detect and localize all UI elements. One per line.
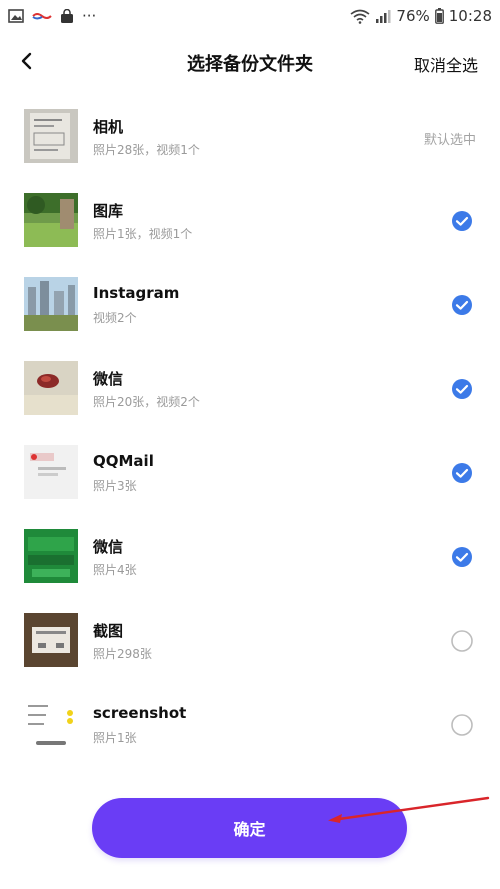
- more-notifications-indicator: ···: [82, 7, 97, 25]
- folder-list: 相机 照片28张，视频1个 默认选中 图库 照片1张，视频1个 Instagra…: [0, 96, 500, 768]
- checked-circle-icon: [452, 211, 472, 231]
- folder-checkbox[interactable]: [451, 546, 473, 568]
- folder-thumbnail: [24, 445, 78, 499]
- folder-row[interactable]: Instagram 视频2个: [0, 264, 500, 348]
- folder-thumbnail: [24, 109, 78, 163]
- cancel-select-all-button[interactable]: 取消全选: [414, 52, 478, 76]
- signal-icon: [375, 9, 391, 23]
- folder-checkbox[interactable]: [451, 294, 473, 316]
- checked-circle-icon: [452, 547, 472, 567]
- confirm-button[interactable]: 确定: [92, 798, 407, 858]
- folder-row[interactable]: 相机 照片28张，视频1个 默认选中: [0, 96, 500, 180]
- folder-row[interactable]: 微信 照片4张: [0, 516, 500, 600]
- folder-row[interactable]: screenshot 照片1张: [0, 684, 500, 768]
- folder-row[interactable]: QQMail 照片3张: [0, 432, 500, 516]
- folder-thumbnail: [24, 613, 78, 667]
- folder-name: QQMail: [93, 452, 154, 470]
- folder-counts: 照片4张: [93, 563, 137, 577]
- folder-thumbnail: [24, 529, 78, 583]
- folder-name: 微信: [93, 538, 124, 556]
- folder-counts: 照片20张，视频2个: [93, 395, 200, 409]
- folder-thumbnail: [24, 193, 78, 247]
- folder-counts: 照片1张: [93, 731, 137, 745]
- folder-checkbox[interactable]: [451, 210, 473, 232]
- clock: 10:28: [448, 7, 492, 25]
- folder-row[interactable]: 图库 照片1张，视频1个: [0, 180, 500, 264]
- folder-checkbox[interactable]: [451, 630, 473, 652]
- folder-thumbnail: [24, 361, 78, 415]
- checked-circle-icon: [452, 379, 472, 399]
- checked-circle-icon: [452, 295, 472, 315]
- unchecked-circle-icon: [451, 630, 473, 652]
- header: 选择备份文件夹 取消全选: [0, 40, 500, 86]
- wifi-icon: [350, 9, 370, 24]
- folder-checkbox[interactable]: [451, 462, 473, 484]
- status-bar: ··· 76% 10:28: [0, 0, 500, 32]
- folder-name: 截图: [93, 622, 124, 640]
- brand-wave-icon: [32, 11, 52, 21]
- folder-counts: 视频2个: [93, 311, 137, 325]
- default-selected-label: 默认选中: [423, 133, 476, 148]
- checked-circle-icon: [452, 463, 472, 483]
- folder-counts: 照片298张: [93, 647, 152, 661]
- folder-name: Instagram: [93, 284, 180, 302]
- folder-counts: 照片3张: [93, 479, 137, 493]
- confirm-label: 确定: [233, 820, 266, 839]
- folder-checkbox[interactable]: [451, 714, 473, 736]
- folder-counts: 照片1张，视频1个: [93, 227, 193, 241]
- folder-thumbnail: [24, 277, 78, 331]
- folder-name: 图库: [93, 202, 124, 220]
- shopping-bag-icon: [60, 8, 74, 24]
- folder-row[interactable]: 微信 照片20张，视频2个: [0, 348, 500, 432]
- gallery-notification-icon: [8, 9, 24, 23]
- folder-thumbnail: [24, 697, 78, 751]
- folder-name: 相机: [93, 118, 124, 136]
- battery-icon: [434, 8, 444, 24]
- folder-name: screenshot: [93, 704, 187, 722]
- folder-checkbox[interactable]: [451, 378, 473, 400]
- folder-name: 微信: [93, 370, 124, 388]
- folder-counts: 照片28张，视频1个: [93, 143, 200, 157]
- battery-percent: 76%: [396, 7, 430, 25]
- folder-row[interactable]: 截图 照片298张: [0, 600, 500, 684]
- unchecked-circle-icon: [451, 714, 473, 736]
